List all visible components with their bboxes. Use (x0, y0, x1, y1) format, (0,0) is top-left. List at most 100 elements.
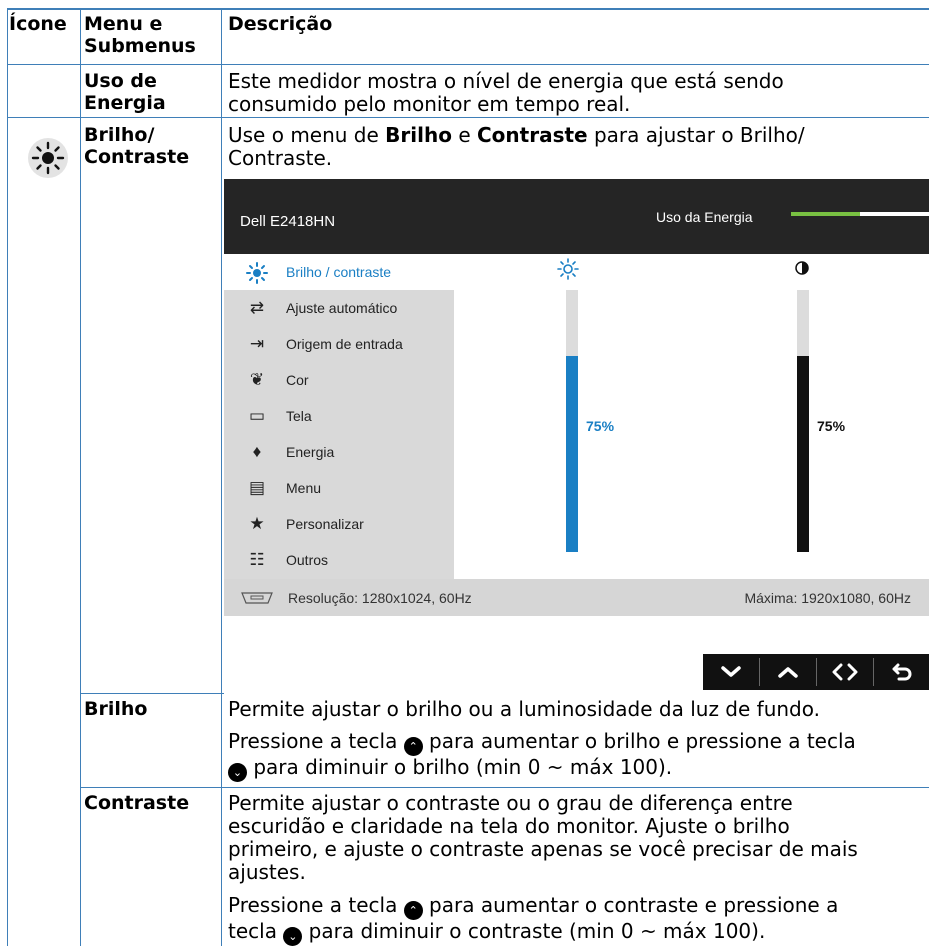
desc-text: para diminuir o contraste (min 0 ~ máx 1… (302, 919, 766, 943)
table-left-border (7, 8, 8, 946)
row-brilho-description: Permite ajustar o brilho ou a luminosida… (228, 698, 856, 782)
header-menu: Menu e Submenus (84, 13, 196, 57)
brightness-slider[interactable] (566, 290, 578, 552)
input-source-icon: ⇥ (249, 334, 265, 353)
osd-model-title: Dell E2418HN (240, 213, 336, 230)
desc-text: para aumentar o brilho e pressione a tec… (422, 729, 856, 753)
row-brightness-desc-line1: Use o menu de Brilho e Contraste para aj… (228, 124, 805, 147)
osd-menu-label: Ajuste automático (286, 300, 398, 316)
osd-menu-item-input-source[interactable]: ⇥ Origem de entrada (224, 326, 454, 362)
others-icon: ☷ (249, 550, 265, 569)
osd-menu-label: Cor (286, 372, 309, 388)
osd-menu-label: Outros (286, 552, 329, 568)
sun-icon (246, 262, 268, 284)
up-icon[interactable] (760, 654, 816, 690)
desc-text: Pressione a tecla (228, 893, 404, 917)
osd-menu-item-brightness-contrast[interactable]: Brilho / contraste (224, 254, 454, 290)
header-menu-line1: Menu e (84, 13, 163, 35)
row-contraste-desc3: primeiro, e ajuste o contraste apenas se… (228, 837, 858, 861)
osd-menu-label: Origem de entrada (286, 336, 403, 352)
row-brilho-desc1: Permite ajustar o brilho ou a luminosida… (228, 697, 820, 721)
osd-resolution: Resolução: 1280x1024, 60Hz (288, 590, 472, 606)
down-key-icon: ⌄ (283, 927, 303, 946)
table-col-divider-1 (80, 8, 81, 946)
table-row-line-1 (7, 64, 929, 65)
star-icon: ★ (249, 514, 265, 533)
row-energy-description: Este medidor mostra o nível de energia q… (228, 70, 784, 116)
desc-text: para diminuir o brilho (min 0 ~ máx 100)… (247, 755, 673, 779)
contrast-value: 75% (817, 418, 846, 434)
desc-text: Use o menu de (228, 123, 386, 147)
osd-menu-item-color[interactable]: ❦ Cor (224, 362, 454, 398)
osd-menu-item-others[interactable]: ☷ Outros (224, 542, 454, 578)
menu-icon: ▤ (248, 478, 266, 497)
desc-text: e (451, 123, 477, 147)
osd-max-resolution: Máxima: 1920x1080, 60Hz (744, 590, 911, 606)
row-energy-name-line2: Energia (84, 92, 166, 114)
row-energy-name-line1: Uso de (84, 70, 157, 92)
back-icon[interactable] (874, 654, 929, 690)
left-right-icon[interactable] (817, 654, 873, 690)
contrast-slider-fill (797, 355, 809, 552)
brightness-slider-fill (566, 355, 578, 552)
row-brilho-desc2: Pressione a tecla ⌃ para aumentar o bril… (228, 730, 856, 756)
desc-bold-contraste: Contraste (477, 123, 588, 147)
energy-icon: ♦ (252, 442, 262, 461)
osd-header: Dell E2418HN Uso da Energia (224, 179, 929, 254)
sun-icon (28, 138, 68, 178)
table-row-line-4 (80, 787, 929, 788)
osd-status-bar: Resolução: 1280x1024, 60Hz Máxima: 1920x… (224, 579, 929, 616)
table-row-line-2 (7, 117, 929, 118)
osd-menu-label: Menu (286, 480, 322, 496)
header-menu-line2: Submenus (84, 35, 196, 57)
table-col-divider-2 (221, 8, 222, 946)
osd-menu-item-menu[interactable]: ▤ Menu (224, 470, 454, 506)
osd-menu-item-energy[interactable]: ♦ Energia (224, 434, 454, 470)
osd-menu-label: Personalizar (286, 516, 364, 532)
row-energy-desc-line2: consumido pelo monitor em tempo real. (228, 92, 631, 116)
down-icon[interactable] (703, 654, 759, 690)
contrast-icon (795, 261, 809, 275)
osd-energy-label: Uso da Energia (656, 209, 753, 225)
header-description: Descrição (228, 13, 333, 35)
row-energy-name: Uso de Energia (84, 70, 166, 114)
row-brightness-name: Brilho/ Contraste (84, 124, 189, 168)
osd-energy-meter (791, 212, 929, 216)
row-contraste-name: Contraste (84, 792, 190, 814)
row-brightness-description: Use o menu de Brilho e Contraste para aj… (228, 124, 805, 170)
up-key-icon: ⌃ (403, 901, 423, 920)
header-icon: Ícone (9, 13, 67, 35)
osd-menu: Brilho / contraste ⇄ Ajuste automático ⇥… (224, 254, 454, 579)
row-brilho-desc3: ⌄ para diminuir o brilho (min 0 ~ máx 10… (228, 756, 856, 782)
osd-menu-item-personalize[interactable]: ★ Personalizar (224, 506, 454, 542)
contrast-slider[interactable] (797, 290, 809, 552)
row-contraste-desc5: Pressione a tecla ⌃ para aumentar o cont… (228, 894, 858, 920)
osd-menu-label: Tela (286, 408, 312, 424)
desc-bold-brilho: Brilho (385, 123, 452, 147)
row-contraste-desc2: escuridão e claridade na tela do monitor… (228, 814, 790, 838)
row-contraste-description: Permite ajustar o contraste ou o grau de… (228, 792, 858, 946)
brightness-value: 75% (586, 418, 615, 434)
osd-adjust-panel: 75% 75% (454, 254, 929, 579)
row-contraste-desc4: ajustes. (228, 860, 306, 884)
vga-connector-icon (241, 592, 273, 604)
display-icon: ▭ (248, 406, 266, 425)
auto-adjust-icon: ⇄ (249, 298, 265, 317)
row-brightness-name-line1: Brilho/ (84, 124, 155, 146)
desc-text: para aumentar o contraste e pressione a (422, 893, 839, 917)
osd-menu-item-auto-adjust[interactable]: ⇄ Ajuste automático (224, 290, 454, 326)
row-brightness-name-line2: Contraste (84, 146, 190, 168)
desc-text: Pressione a tecla (228, 729, 404, 753)
osd-screenshot: Dell E2418HN Uso da Energia Brilho / con… (224, 179, 929, 616)
desc-text: para ajustar o Brilho/ (587, 123, 805, 147)
osd-nav-buttons (703, 654, 929, 690)
brightness-icon (557, 258, 579, 280)
osd-menu-label: Brilho / contraste (286, 264, 392, 280)
down-key-icon: ⌄ (228, 763, 247, 782)
desc-text: tecla (228, 919, 284, 943)
row-contraste-desc1: Permite ajustar o contraste ou o grau de… (228, 791, 793, 815)
osd-menu-label: Energia (286, 444, 335, 460)
osd-menu-item-display[interactable]: ▭ Tela (224, 398, 454, 434)
row-brilho-name: Brilho (84, 698, 148, 720)
row-brightness-desc-line2: Contraste. (228, 146, 333, 170)
